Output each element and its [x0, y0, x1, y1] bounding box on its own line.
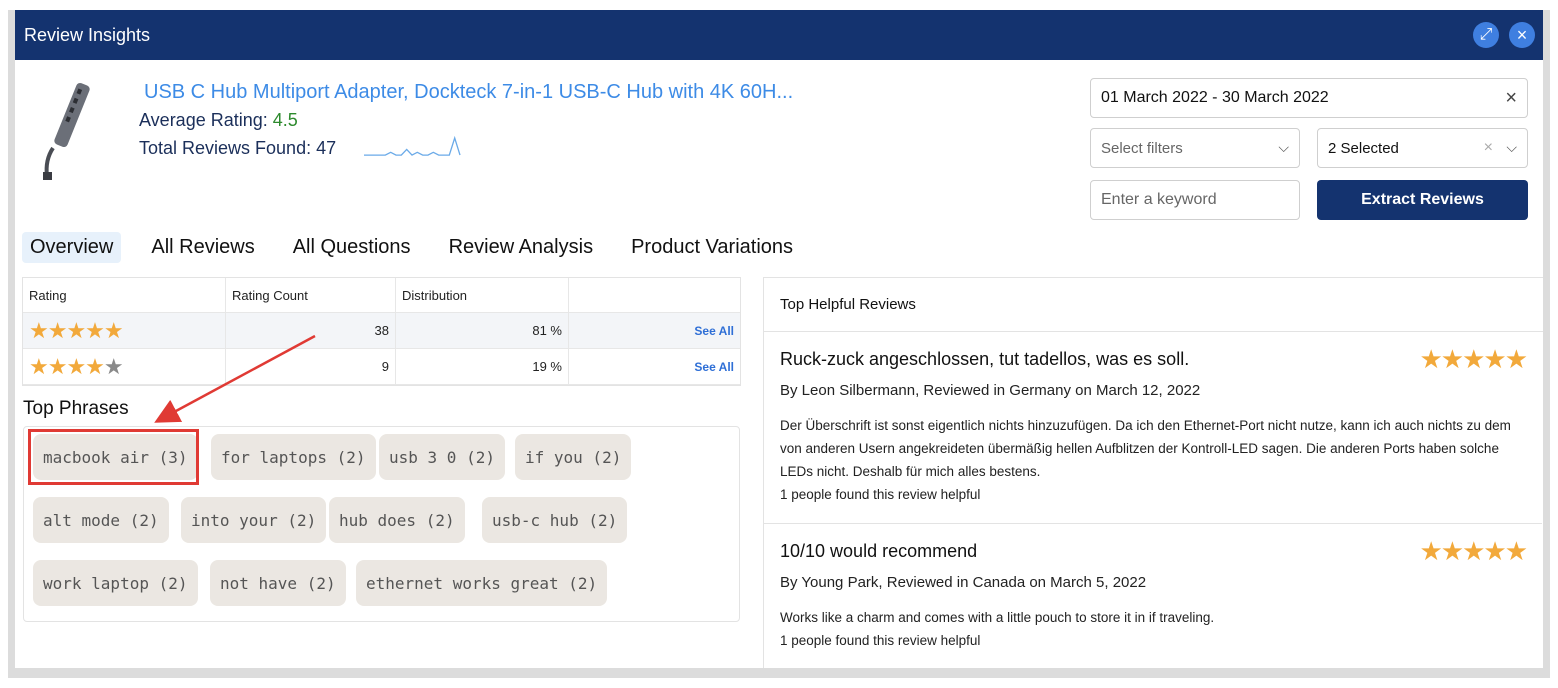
reviews-scrollbar[interactable] — [1547, 332, 1550, 669]
tab-product-variations[interactable]: Product Variations — [623, 232, 801, 263]
product-image — [43, 82, 90, 180]
total-reviews-label: Total Reviews Found: — [139, 138, 312, 158]
select-filters-dropdown[interactable]: Select filters ⌵ — [1090, 128, 1300, 168]
review-text: Der Überschrift ist sonst eigentlich nic… — [780, 418, 1511, 479]
selected-options-dropdown[interactable]: 2 Selected × ⌵ — [1317, 128, 1528, 168]
review-card: 10/10 would recommend ★★★★★ By Young Par… — [764, 524, 1542, 668]
close-icon: × — [1516, 25, 1528, 45]
phrase-chip[interactable]: usb-c hub (2) — [482, 497, 628, 543]
date-range-value: 01 March 2022 - 30 March 2022 — [1101, 89, 1329, 106]
extract-reviews-button[interactable]: Extract Reviews — [1317, 180, 1528, 220]
phrase-chip[interactable]: alt mode (2) — [33, 497, 169, 543]
review-helpful-count: 1 people found this review helpful — [780, 633, 981, 648]
clear-date-icon[interactable]: × — [1505, 87, 1517, 110]
see-all-link[interactable]: See All — [694, 360, 734, 374]
rating-distribution: 81 % — [396, 313, 569, 348]
average-rating-value: 4.5 — [272, 110, 298, 130]
header-rating-count: Rating Count — [226, 278, 396, 312]
highlight-box — [28, 429, 199, 485]
phrase-chip[interactable]: work laptop (2) — [33, 560, 198, 606]
header-rating: Rating — [23, 278, 226, 312]
phrase-chip[interactable]: for laptops (2) — [211, 434, 376, 480]
screen: Review Insights ⤢ × USB C Hub Multiport … — [0, 0, 1558, 688]
close-button[interactable]: × — [1509, 22, 1535, 48]
clear-selection-icon[interactable]: × — [1484, 139, 1493, 157]
phrase-chip[interactable]: not have (2) — [210, 560, 346, 606]
review-title: Ruck-zuck angeschlossen, tut tadellos, w… — [780, 349, 1190, 369]
tab-all-questions[interactable]: All Questions — [285, 232, 419, 263]
tab-all-reviews[interactable]: All Reviews — [143, 232, 262, 263]
rating-table-header: Rating Rating Count Distribution — [23, 278, 740, 313]
selected-options-value: 2 Selected — [1328, 139, 1399, 157]
rating-distribution: 19 % — [396, 349, 569, 384]
review-body: Der Überschrift ist sonst eigentlich nic… — [780, 414, 1530, 506]
review-body: Works like a charm and comes with a litt… — [780, 606, 1530, 652]
tab-review-analysis[interactable]: Review Analysis — [441, 232, 602, 263]
table-row: ★★★★★ 9 19 % See All — [23, 349, 740, 385]
average-rating: Average Rating: 4.5 — [139, 110, 298, 131]
scroll-thumb[interactable] — [1548, 332, 1550, 452]
review-star-rating: ★★★★★ — [1419, 536, 1528, 566]
review-star-rating: ★★★★★ — [1419, 344, 1528, 374]
chevron-down-icon: ⌵ — [1278, 139, 1289, 155]
star-rating-5: ★★★★★ — [29, 317, 124, 343]
annotation-arrow — [154, 334, 316, 423]
reviews-sparkline — [364, 136, 461, 156]
table-row: ★★★★★ 38 81 % See All — [23, 313, 740, 349]
review-insights-window: Review Insights ⤢ × USB C Hub Multiport … — [8, 10, 1550, 678]
star-rating-4: ★★★★★ — [29, 353, 124, 379]
tab-bar: Overview All Reviews All Questions Revie… — [22, 230, 823, 264]
review-title: 10/10 would recommend — [780, 541, 978, 561]
top-helpful-reviews-panel: Top Helpful Reviews Ruck-zuck angeschlos… — [763, 277, 1550, 669]
review-text: Works like a charm and comes with a litt… — [780, 610, 1215, 625]
phrase-chip[interactable]: usb 3 0 (2) — [379, 434, 505, 480]
phrase-chip[interactable]: if you (2) — [515, 434, 632, 480]
helpful-reviews-title: Top Helpful Reviews — [764, 278, 1543, 332]
tab-overview[interactable]: Overview — [22, 231, 122, 263]
keyword-input[interactable] — [1090, 180, 1300, 220]
phrase-chip[interactable]: ethernet works great (2) — [356, 560, 608, 606]
see-all-link[interactable]: See All — [694, 324, 734, 338]
title-bar: Review Insights ⤢ × — [15, 10, 1543, 60]
phrase-chip[interactable]: into your (2) — [181, 497, 327, 543]
total-reviews-value: 47 — [316, 138, 337, 158]
chevron-down-icon: ⌵ — [1506, 139, 1517, 155]
total-reviews: Total Reviews Found: 47 — [139, 138, 336, 159]
header-action — [569, 278, 740, 312]
see-all-cell: See All — [569, 349, 740, 384]
product-title-link[interactable]: USB C Hub Multiport Adapter, Dockteck 7-… — [144, 81, 793, 104]
phrase-chip[interactable]: hub does (2) — [329, 497, 465, 543]
review-byline: By Leon Silbermann, Reviewed in Germany … — [780, 382, 1201, 399]
window-title: Review Insights — [24, 24, 151, 45]
header-distribution: Distribution — [396, 278, 569, 312]
review-byline: By Young Park, Reviewed in Canada on Mar… — [780, 574, 1147, 591]
top-phrases-title: Top Phrases — [23, 398, 129, 419]
see-all-cell: See All — [569, 313, 740, 348]
expand-icon: ⤢ — [1479, 26, 1493, 43]
date-range-picker[interactable]: 01 March 2022 - 30 March 2022 × — [1090, 78, 1528, 118]
expand-button[interactable]: ⤢ — [1473, 22, 1499, 48]
average-rating-label: Average Rating: — [139, 110, 268, 130]
rating-table: Rating Rating Count Distribution ★★★★★ 3… — [22, 277, 741, 386]
review-card: Ruck-zuck angeschlossen, tut tadellos, w… — [764, 332, 1542, 524]
sparkline-line — [364, 136, 461, 156]
review-helpful-count: 1 people found this review helpful — [780, 487, 981, 502]
select-filters-placeholder: Select filters — [1101, 139, 1183, 157]
